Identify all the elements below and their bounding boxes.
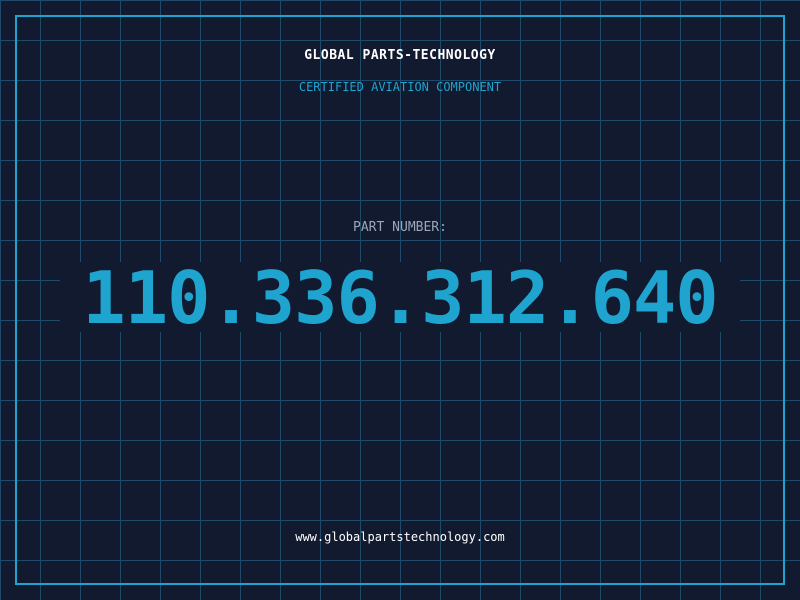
part-number-label: PART NUMBER: — [353, 220, 447, 235]
company-name: GLOBAL PARTS-TECHNOLOGY — [304, 48, 496, 63]
certification-subtitle: CERTIFIED AVIATION COMPONENT — [298, 80, 502, 94]
website-url: www.globalpartstechnology.com — [295, 530, 505, 544]
part-number-value: 110.336.312.640 — [82, 256, 718, 340]
